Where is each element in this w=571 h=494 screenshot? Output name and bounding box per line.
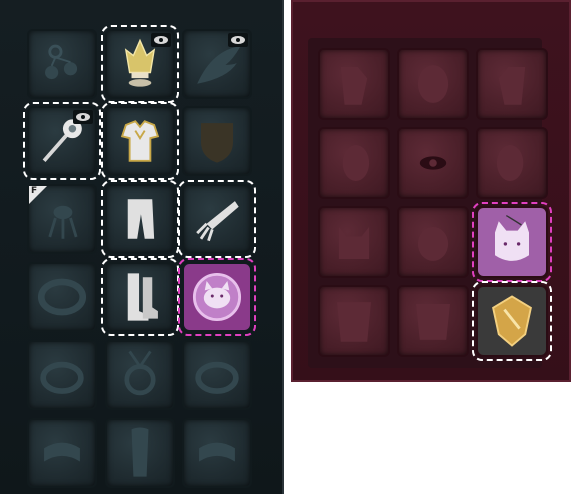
- shoulder-left-slot[interactable]: [318, 48, 390, 120]
- shoulder-icon: [498, 67, 526, 105]
- torso-slot[interactable]: [318, 285, 390, 357]
- eye-icon: [419, 156, 447, 170]
- shoulder-icon: [340, 67, 368, 105]
- torso-icon: [337, 302, 371, 342]
- visibility-eye-icon[interactable]: [73, 110, 93, 124]
- boots-icon: [127, 273, 158, 321]
- bracelet-slot-2[interactable]: [182, 418, 252, 488]
- golden-shield-slot[interactable]: [472, 281, 552, 361]
- face-icon: [417, 226, 449, 261]
- belt-slot[interactable]: [27, 262, 97, 332]
- hair-slot[interactable]: [397, 48, 469, 120]
- face-slot[interactable]: [397, 206, 469, 278]
- bracelet-icon: [44, 442, 80, 462]
- earring-slot[interactable]: [27, 29, 97, 99]
- shield-slot[interactable]: [182, 106, 252, 176]
- cat-face-icon: [184, 264, 250, 330]
- ring-icon: [40, 361, 84, 394]
- cape-icon: [131, 427, 149, 477]
- gauntlet-icon: [196, 201, 239, 242]
- bracelet-icon: [199, 442, 235, 462]
- visibility-eye-icon[interactable]: [151, 33, 171, 47]
- visibility-eye-icon[interactable]: [228, 33, 248, 47]
- head-icon: [342, 145, 370, 181]
- cat-pendant-slot[interactable]: [178, 258, 256, 336]
- ring-slot-2[interactable]: [182, 340, 252, 410]
- cat-face-icon: [478, 208, 546, 276]
- shield-icon: [200, 123, 234, 163]
- wing-slot[interactable]: [182, 29, 252, 99]
- appearance-panel: [291, 0, 571, 382]
- tool-icon: [48, 205, 78, 239]
- head-icon: [496, 145, 524, 181]
- cat-mask-icon: [338, 226, 370, 259]
- head-left-slot[interactable]: [318, 127, 390, 199]
- armor-icon: [120, 120, 160, 162]
- earring-icon: [45, 44, 78, 80]
- tool-slot[interactable]: F: [27, 184, 97, 254]
- body-slot[interactable]: [397, 285, 469, 357]
- ring-slot-1[interactable]: [27, 340, 97, 410]
- amulet-icon: [124, 350, 156, 396]
- head-right-slot[interactable]: [476, 127, 548, 199]
- armor-slot[interactable]: [101, 102, 179, 180]
- hair-icon: [417, 65, 449, 103]
- belt-icon: [37, 278, 87, 316]
- boots-slot[interactable]: [101, 258, 179, 336]
- cape-slot[interactable]: [105, 418, 175, 488]
- crown-slot[interactable]: [101, 25, 179, 103]
- shoulder-right-slot[interactable]: [476, 48, 548, 120]
- pants-icon: [127, 199, 155, 239]
- amulet-slot[interactable]: [105, 340, 175, 410]
- body-icon: [416, 304, 450, 340]
- cat-mask-slot[interactable]: [318, 206, 390, 278]
- staff-slot[interactable]: [23, 102, 101, 180]
- eye-slot[interactable]: [397, 127, 469, 199]
- pants-slot[interactable]: [101, 180, 179, 258]
- gauntlet-slot[interactable]: [178, 180, 256, 258]
- ring-icon: [195, 361, 239, 394]
- golden-shield-icon: [478, 287, 546, 355]
- equipment-panel: F: [0, 0, 284, 494]
- bracelet-slot-1[interactable]: [27, 418, 97, 488]
- cat-pendant-slot[interactable]: [472, 202, 552, 282]
